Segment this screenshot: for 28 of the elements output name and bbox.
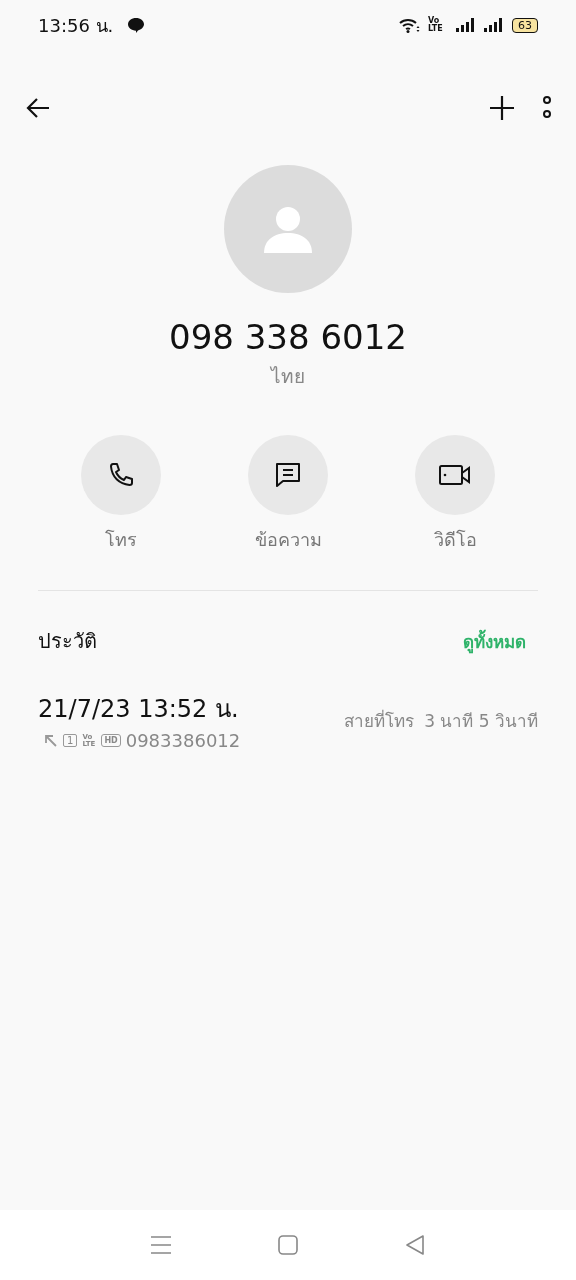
back-nav-button[interactable] — [404, 1234, 426, 1256]
chat-app-icon — [127, 16, 146, 34]
history-title: ประวัติ — [38, 628, 97, 655]
message-icon — [275, 462, 301, 488]
phone-icon — [107, 461, 135, 489]
add-button[interactable] — [488, 94, 516, 122]
call-type: สายที่โทร — [344, 708, 415, 733]
phone-number: 098 338 6012 — [169, 317, 407, 357]
volte-indicator: Vo LTE — [428, 17, 444, 33]
video-camera-icon — [438, 463, 472, 487]
action-label: โทร — [105, 528, 137, 552]
wifi-icon — [398, 17, 420, 33]
action-label: วิดีโอ — [433, 528, 477, 552]
call-number: 0983386012 — [125, 730, 241, 751]
country-label: ไทย — [271, 364, 305, 389]
status-time: 13:56 น. — [38, 13, 114, 38]
signal-icon — [484, 18, 504, 32]
battery-indicator: 63 — [512, 17, 538, 33]
hd-badge: HD — [101, 734, 121, 747]
call-datetime: 21/7/23 13:52 น. — [38, 694, 240, 725]
call-duration: 3 นาที 5 วินาที — [424, 709, 538, 733]
more-button[interactable] — [542, 95, 552, 121]
sim-badge: 1 — [63, 734, 78, 747]
outgoing-arrow-icon — [44, 733, 58, 748]
home-button[interactable] — [277, 1234, 299, 1256]
action-label: ข้อความ — [254, 528, 322, 552]
see-all-link[interactable]: ดูทั้งหมด — [463, 627, 526, 655]
signal-icon — [456, 18, 476, 32]
